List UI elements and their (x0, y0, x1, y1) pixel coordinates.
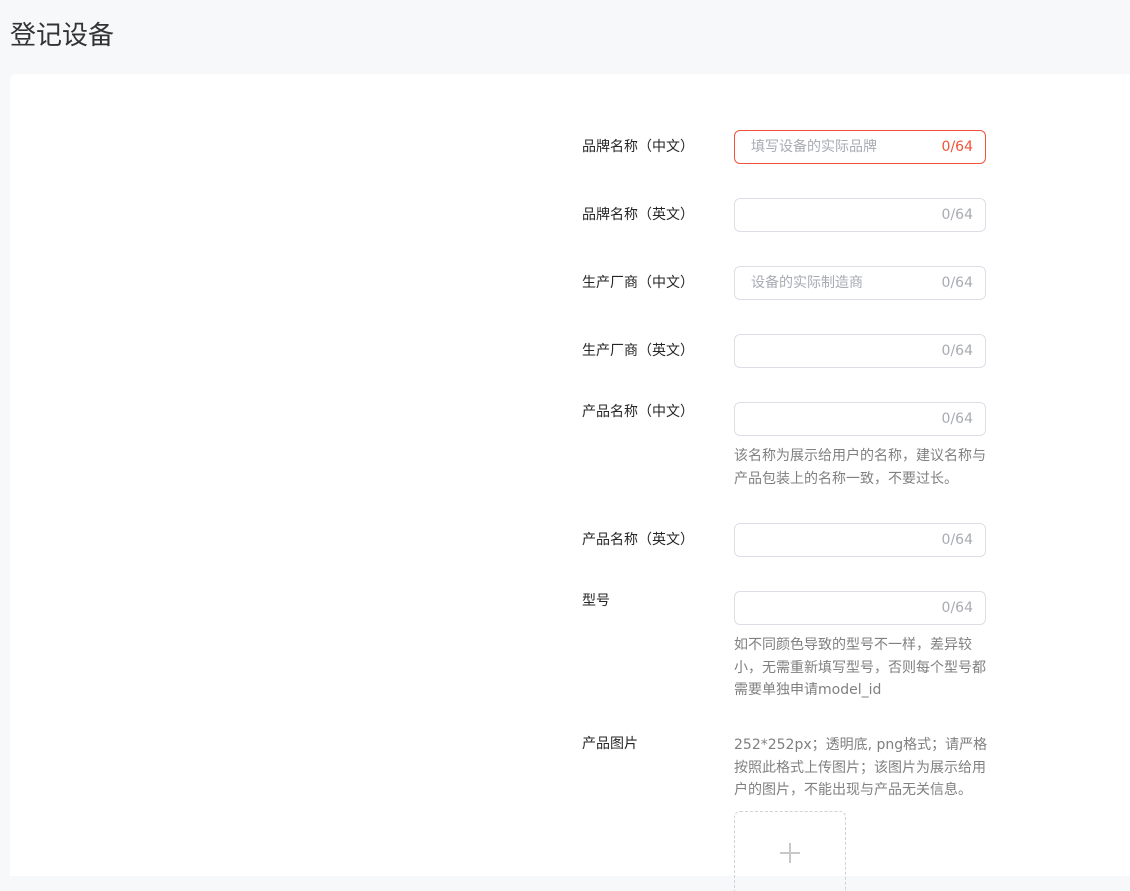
product-cn-input[interactable]: 0/64 (734, 402, 986, 436)
product-en-counter: 0/64 (941, 532, 973, 548)
maker-cn-placeholder: 设备的实际制造商 (751, 275, 863, 291)
maker-cn-label: 生产厂商（中文） (582, 275, 694, 291)
brand-cn-counter: 0/64 (941, 139, 973, 155)
product-image-hint: 252*252px；透明底, png格式；请严格 按照此格式上传图片；该图片为展… (734, 734, 992, 802)
plus-icon (780, 843, 800, 863)
maker-cn-input[interactable]: 设备的实际制造商 0/64 (734, 266, 986, 300)
product-image-hint-line: 252*252px；透明底, png格式；请严格 (734, 737, 988, 753)
product-en-input[interactable]: 0/64 (734, 523, 986, 557)
product-image-hint-line: 户的图片，不能出现与产品无关信息。 (734, 782, 972, 798)
product-en-label: 产品名称（英文） (582, 532, 694, 548)
product-cn-counter: 0/64 (941, 411, 973, 427)
model-input[interactable]: 0/64 (734, 591, 986, 625)
image-upload-button[interactable] (734, 811, 846, 891)
product-image-label: 产品图片 (582, 736, 638, 752)
model-label: 型号 (582, 593, 610, 609)
product-cn-label: 产品名称（中文） (582, 404, 694, 420)
model-hint: 如不同颜色导致的型号不一样，差异较 小，无需重新填写型号，否则每个型号都 需要单… (734, 634, 992, 702)
product-image-hint-line: 按照此格式上传图片；该图片为展示给用 (734, 759, 986, 776)
brand-en-input[interactable]: 0/64 (734, 198, 986, 232)
brand-cn-input[interactable]: 填写设备的实际品牌 0/64 (734, 130, 986, 164)
model-hint-line: 如不同颜色导致的型号不一样，差异较 (734, 637, 972, 653)
brand-en-counter: 0/64 (941, 207, 973, 223)
model-hint-line: 小，无需重新填写型号，否则每个型号都 (734, 659, 986, 676)
page-title: 登记设备 (10, 21, 115, 51)
product-cn-hint: 该名称为展示给用户的名称，建议名称与 产品包装上的名称一致，不要过长。 (734, 445, 992, 490)
maker-en-label: 生产厂商（英文） (582, 343, 694, 359)
product-cn-hint-line: 该名称为展示给用户的名称，建议名称与 (734, 448, 986, 464)
brand-en-label: 品牌名称（英文） (582, 207, 694, 223)
model-counter: 0/64 (941, 600, 973, 616)
maker-cn-counter: 0/64 (941, 275, 973, 291)
brand-cn-placeholder: 填写设备的实际品牌 (751, 139, 877, 155)
maker-en-counter: 0/64 (941, 343, 973, 359)
brand-cn-label: 品牌名称（中文） (582, 139, 694, 155)
maker-en-input[interactable]: 0/64 (734, 334, 986, 368)
model-hint-line: 需要单独申请model_id (734, 682, 882, 698)
product-cn-hint-line: 产品包装上的名称一致，不要过长。 (734, 470, 958, 487)
